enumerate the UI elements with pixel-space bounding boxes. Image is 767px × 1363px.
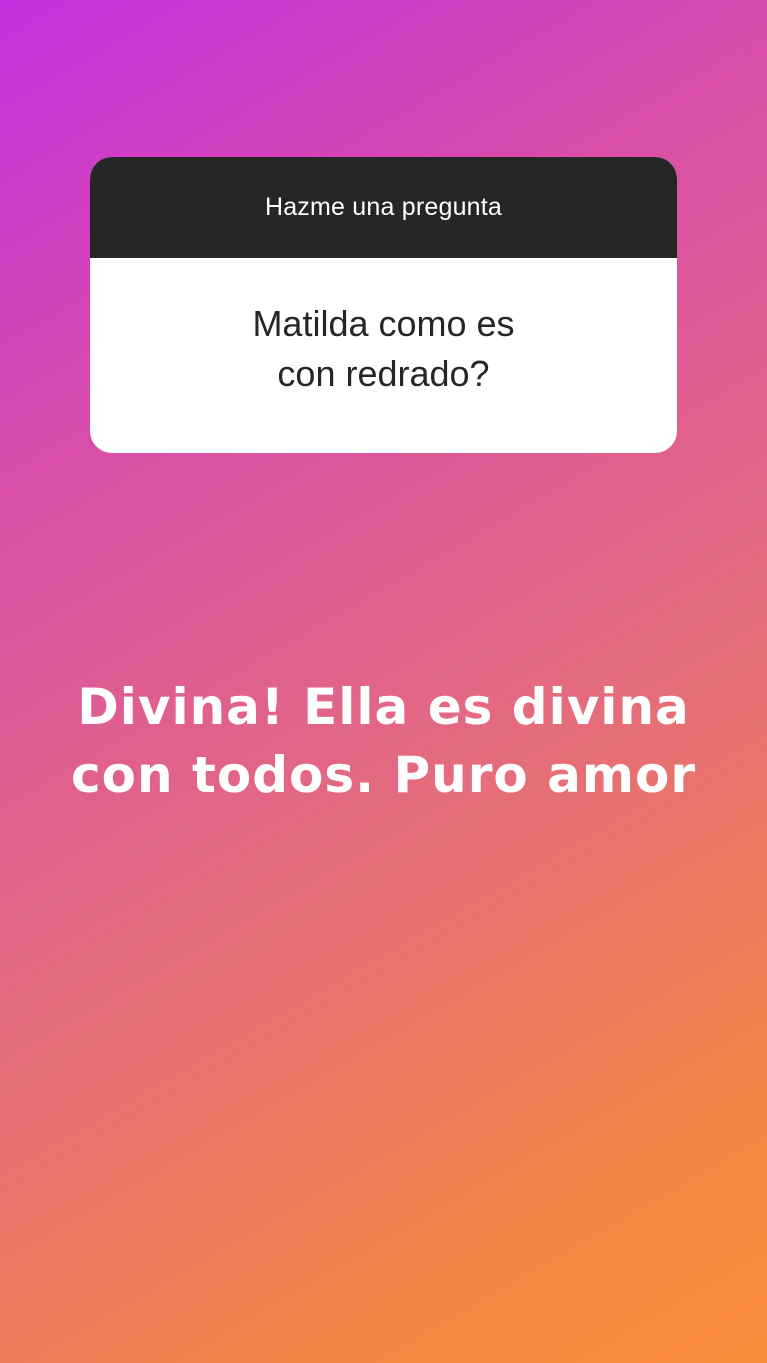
question-sticker-title: Hazme una pregunta — [264, 193, 503, 221]
question-sticker-body: Matilda como es con redrado? — [90, 258, 677, 453]
question-sticker[interactable]: Hazme una pregunta Matilda como es con r… — [90, 157, 677, 453]
question-text: Matilda como es con redrado? — [252, 302, 515, 394]
answer-text: Divina! Ella es divina con todos. Puro a… — [70, 678, 697, 804]
question-sticker-header: Hazme una pregunta — [90, 157, 677, 258]
